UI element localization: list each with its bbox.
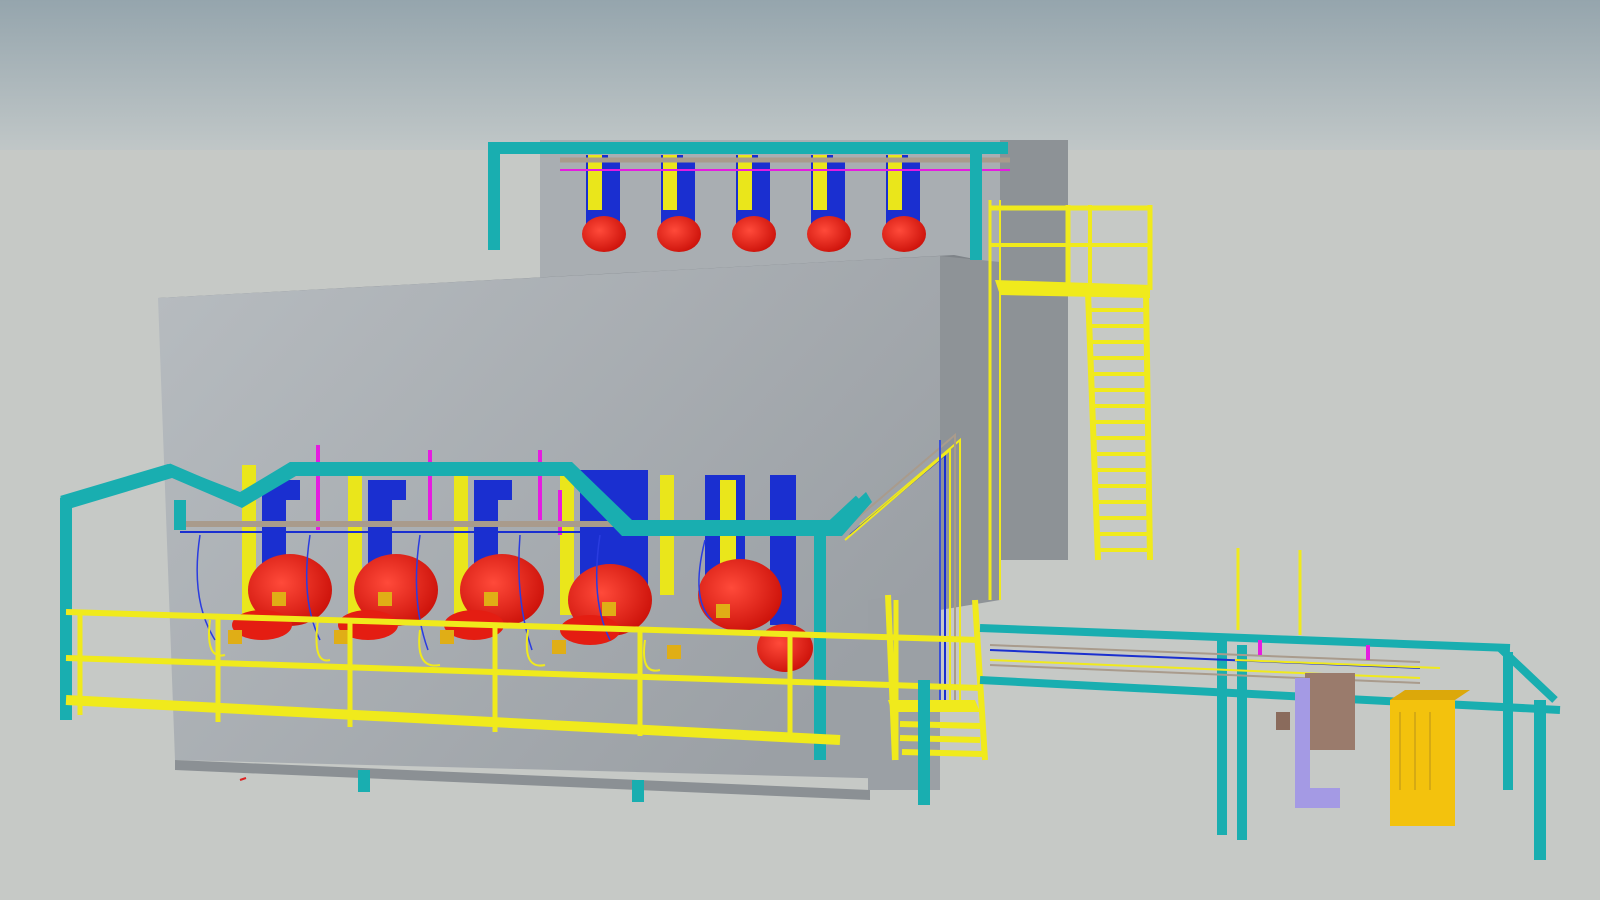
sky xyxy=(0,0,1600,160)
plant-3d-render xyxy=(0,0,1600,900)
brown-equipment-box xyxy=(1305,673,1355,750)
